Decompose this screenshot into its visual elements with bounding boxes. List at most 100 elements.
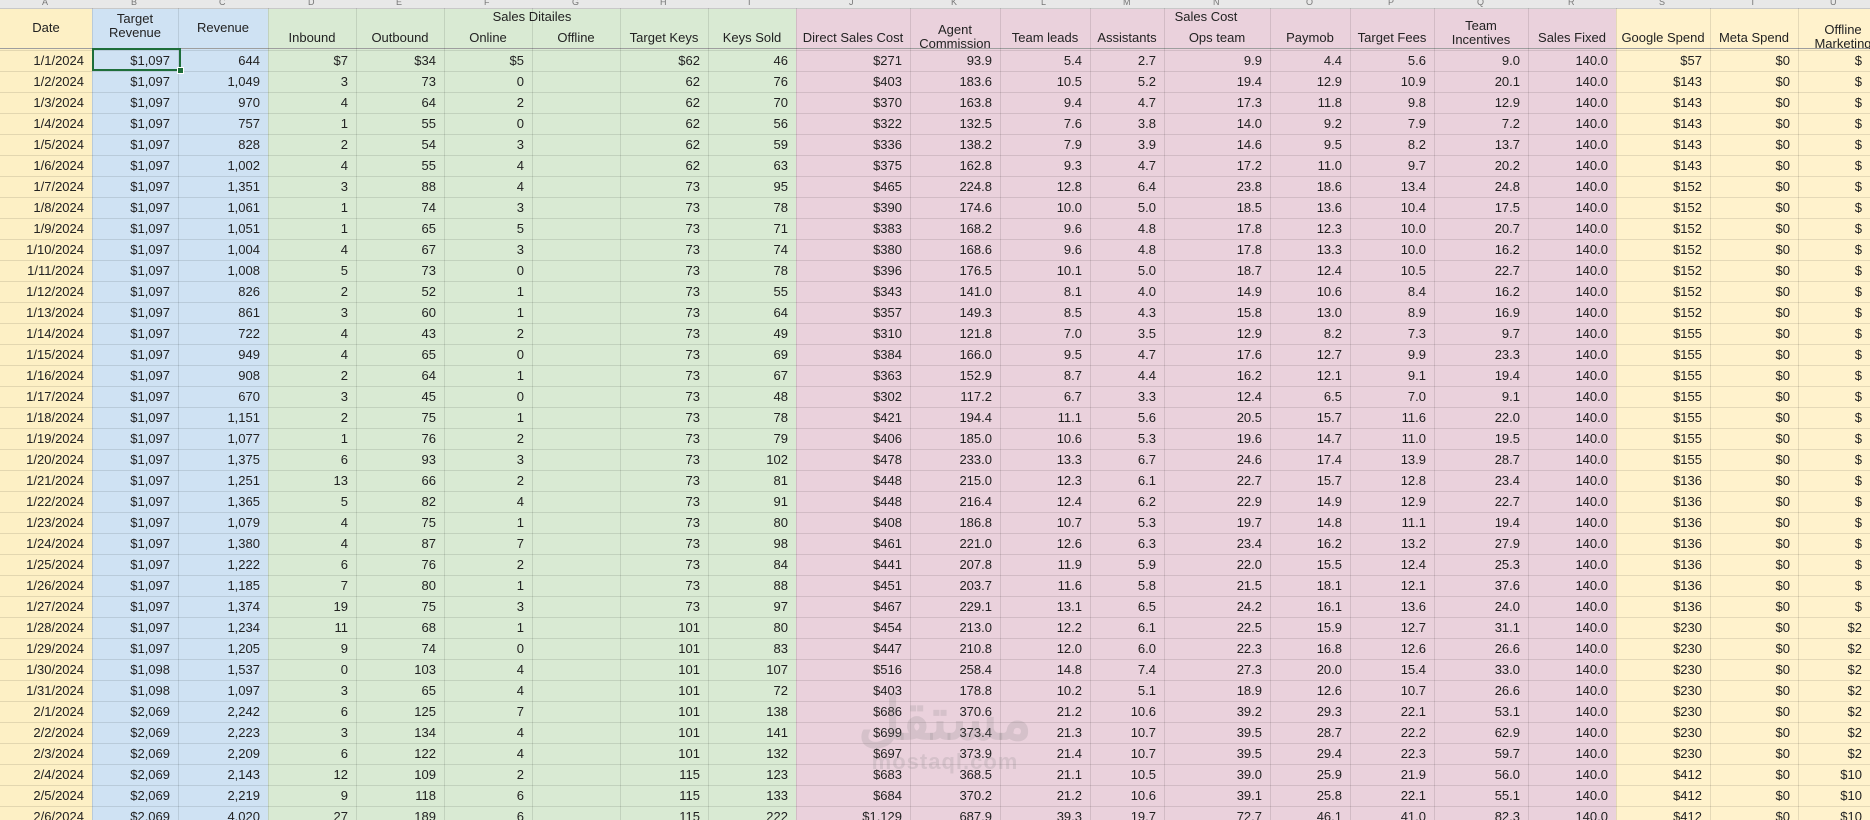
cell-offline[interactable] — [532, 323, 612, 344]
cell-direct-sales-cost[interactable]: $454 — [796, 617, 902, 638]
cell-ops-team[interactable]: 14.6 — [1164, 134, 1262, 155]
cell-direct-sales-cost[interactable]: $448 — [796, 491, 902, 512]
cell-date[interactable]: 1/4/2024 — [0, 113, 84, 134]
cell-agent-commission[interactable]: 166.0 — [910, 344, 992, 365]
cell-paymob[interactable]: 25.8 — [1270, 785, 1342, 806]
cell-ops-team[interactable]: 17.2 — [1164, 155, 1262, 176]
cell-sales-fixed[interactable]: 140.0 — [1528, 554, 1608, 575]
cell-ops-team[interactable]: 24.2 — [1164, 596, 1262, 617]
cell-online[interactable]: 1 — [444, 512, 524, 533]
cell-revenue[interactable]: 1,097 — [178, 680, 260, 701]
cell-keys-sold[interactable]: 132 — [708, 743, 788, 764]
cell-target-revenue[interactable]: $1,097 — [92, 407, 170, 428]
cell-keys-sold[interactable]: 102 — [708, 449, 788, 470]
column-letter[interactable]: R — [1568, 0, 1575, 7]
cell-target-keys[interactable]: 62 — [620, 134, 700, 155]
cell-ops-team[interactable]: 22.5 — [1164, 617, 1262, 638]
cell-team-leads[interactable]: 11.9 — [1000, 554, 1082, 575]
cell-offline-marketing[interactable]: $ — [1798, 470, 1862, 491]
cell-meta-spend[interactable]: $0 — [1710, 554, 1790, 575]
cell-agent-commission[interactable]: 203.7 — [910, 575, 992, 596]
cell-team-incentives[interactable]: 19.4 — [1434, 365, 1520, 386]
cell-assistants[interactable]: 6.1 — [1090, 470, 1156, 491]
cell-revenue[interactable]: 2,242 — [178, 701, 260, 722]
cell-date[interactable]: 1/27/2024 — [0, 596, 84, 617]
cell-outbound[interactable]: 76 — [356, 428, 436, 449]
cell-online[interactable]: 3 — [444, 449, 524, 470]
cell-team-incentives[interactable]: 23.3 — [1434, 344, 1520, 365]
column-letter[interactable]: C — [219, 0, 226, 7]
cell-team-incentives[interactable]: 22.7 — [1434, 491, 1520, 512]
cell-google-spend[interactable]: $230 — [1616, 617, 1702, 638]
column-letter[interactable]: E — [396, 0, 402, 7]
cell-direct-sales-cost[interactable]: $408 — [796, 512, 902, 533]
cell-assistants[interactable]: 3.8 — [1090, 113, 1156, 134]
cell-direct-sales-cost[interactable]: $396 — [796, 260, 902, 281]
cell-online[interactable]: 4 — [444, 176, 524, 197]
cell-date[interactable]: 1/18/2024 — [0, 407, 84, 428]
cell-keys-sold[interactable]: 80 — [708, 512, 788, 533]
cell-target-fees[interactable]: 13.4 — [1350, 176, 1426, 197]
cell-inbound[interactable]: 5 — [268, 260, 348, 281]
cell-team-leads[interactable]: 12.8 — [1000, 176, 1082, 197]
cell-team-incentives[interactable]: 24.0 — [1434, 596, 1520, 617]
cell-agent-commission[interactable]: 370.2 — [910, 785, 992, 806]
cell-google-spend[interactable]: $136 — [1616, 596, 1702, 617]
cell-paymob[interactable]: 16.2 — [1270, 533, 1342, 554]
cell-keys-sold[interactable]: 98 — [708, 533, 788, 554]
cell-offline[interactable] — [532, 365, 612, 386]
cell-target-fees[interactable]: 9.7 — [1350, 155, 1426, 176]
cell-offline[interactable] — [532, 239, 612, 260]
cell-offline-marketing[interactable]: $ — [1798, 407, 1862, 428]
cell-date[interactable]: 1/15/2024 — [0, 344, 84, 365]
cell-team-leads[interactable]: 21.1 — [1000, 764, 1082, 785]
cell-outbound[interactable]: 68 — [356, 617, 436, 638]
cell-inbound[interactable]: 1 — [268, 113, 348, 134]
cell-agent-commission[interactable]: 194.4 — [910, 407, 992, 428]
cell-inbound[interactable]: 1 — [268, 218, 348, 239]
cell-target-keys[interactable]: $62 — [620, 50, 700, 71]
cell-paymob[interactable]: 10.6 — [1270, 281, 1342, 302]
cell-sales-fixed[interactable]: 140.0 — [1528, 197, 1608, 218]
cell-assistants[interactable]: 4.0 — [1090, 281, 1156, 302]
cell-direct-sales-cost[interactable]: $384 — [796, 344, 902, 365]
cell-google-spend[interactable]: $143 — [1616, 113, 1702, 134]
column-letter[interactable]: O — [1306, 0, 1313, 7]
cell-paymob[interactable]: 12.9 — [1270, 71, 1342, 92]
cell-inbound[interactable]: 7 — [268, 575, 348, 596]
cell-sales-fixed[interactable]: 140.0 — [1528, 722, 1608, 743]
cell-target-revenue[interactable]: $1,097 — [92, 113, 170, 134]
cell-ops-team[interactable]: 39.5 — [1164, 722, 1262, 743]
cell-offline[interactable] — [532, 680, 612, 701]
cell-team-incentives[interactable]: 26.6 — [1434, 680, 1520, 701]
cell-ops-team[interactable]: 39.5 — [1164, 743, 1262, 764]
cell-inbound[interactable]: 4 — [268, 92, 348, 113]
cell-ops-team[interactable]: 22.0 — [1164, 554, 1262, 575]
cell-revenue[interactable]: 1,004 — [178, 239, 260, 260]
cell-offline-marketing[interactable]: $2 — [1798, 638, 1862, 659]
cell-target-keys[interactable]: 73 — [620, 197, 700, 218]
cell-revenue[interactable]: 1,205 — [178, 638, 260, 659]
cell-target-revenue[interactable]: $1,097 — [92, 302, 170, 323]
cell-inbound[interactable]: 0 — [268, 659, 348, 680]
cell-outbound[interactable]: 52 — [356, 281, 436, 302]
cell-team-incentives[interactable]: 22.0 — [1434, 407, 1520, 428]
cell-ops-team[interactable]: 18.7 — [1164, 260, 1262, 281]
cell-offline[interactable] — [532, 407, 612, 428]
cell-revenue[interactable]: 2,209 — [178, 743, 260, 764]
cell-google-spend[interactable]: $143 — [1616, 92, 1702, 113]
cell-inbound[interactable]: 3 — [268, 176, 348, 197]
cell-date[interactable]: 1/14/2024 — [0, 323, 84, 344]
cell-target-revenue[interactable]: $1,097 — [92, 323, 170, 344]
cell-date[interactable]: 2/3/2024 — [0, 743, 84, 764]
cell-outbound[interactable]: 125 — [356, 701, 436, 722]
cell-team-incentives[interactable]: 25.3 — [1434, 554, 1520, 575]
cell-offline[interactable] — [532, 617, 612, 638]
cell-keys-sold[interactable]: 56 — [708, 113, 788, 134]
cell-outbound[interactable]: 74 — [356, 638, 436, 659]
cell-target-fees[interactable]: 10.7 — [1350, 680, 1426, 701]
cell-revenue[interactable]: 1,375 — [178, 449, 260, 470]
cell-keys-sold[interactable]: 55 — [708, 281, 788, 302]
cell-paymob[interactable]: 12.7 — [1270, 344, 1342, 365]
cell-date[interactable]: 1/16/2024 — [0, 365, 84, 386]
